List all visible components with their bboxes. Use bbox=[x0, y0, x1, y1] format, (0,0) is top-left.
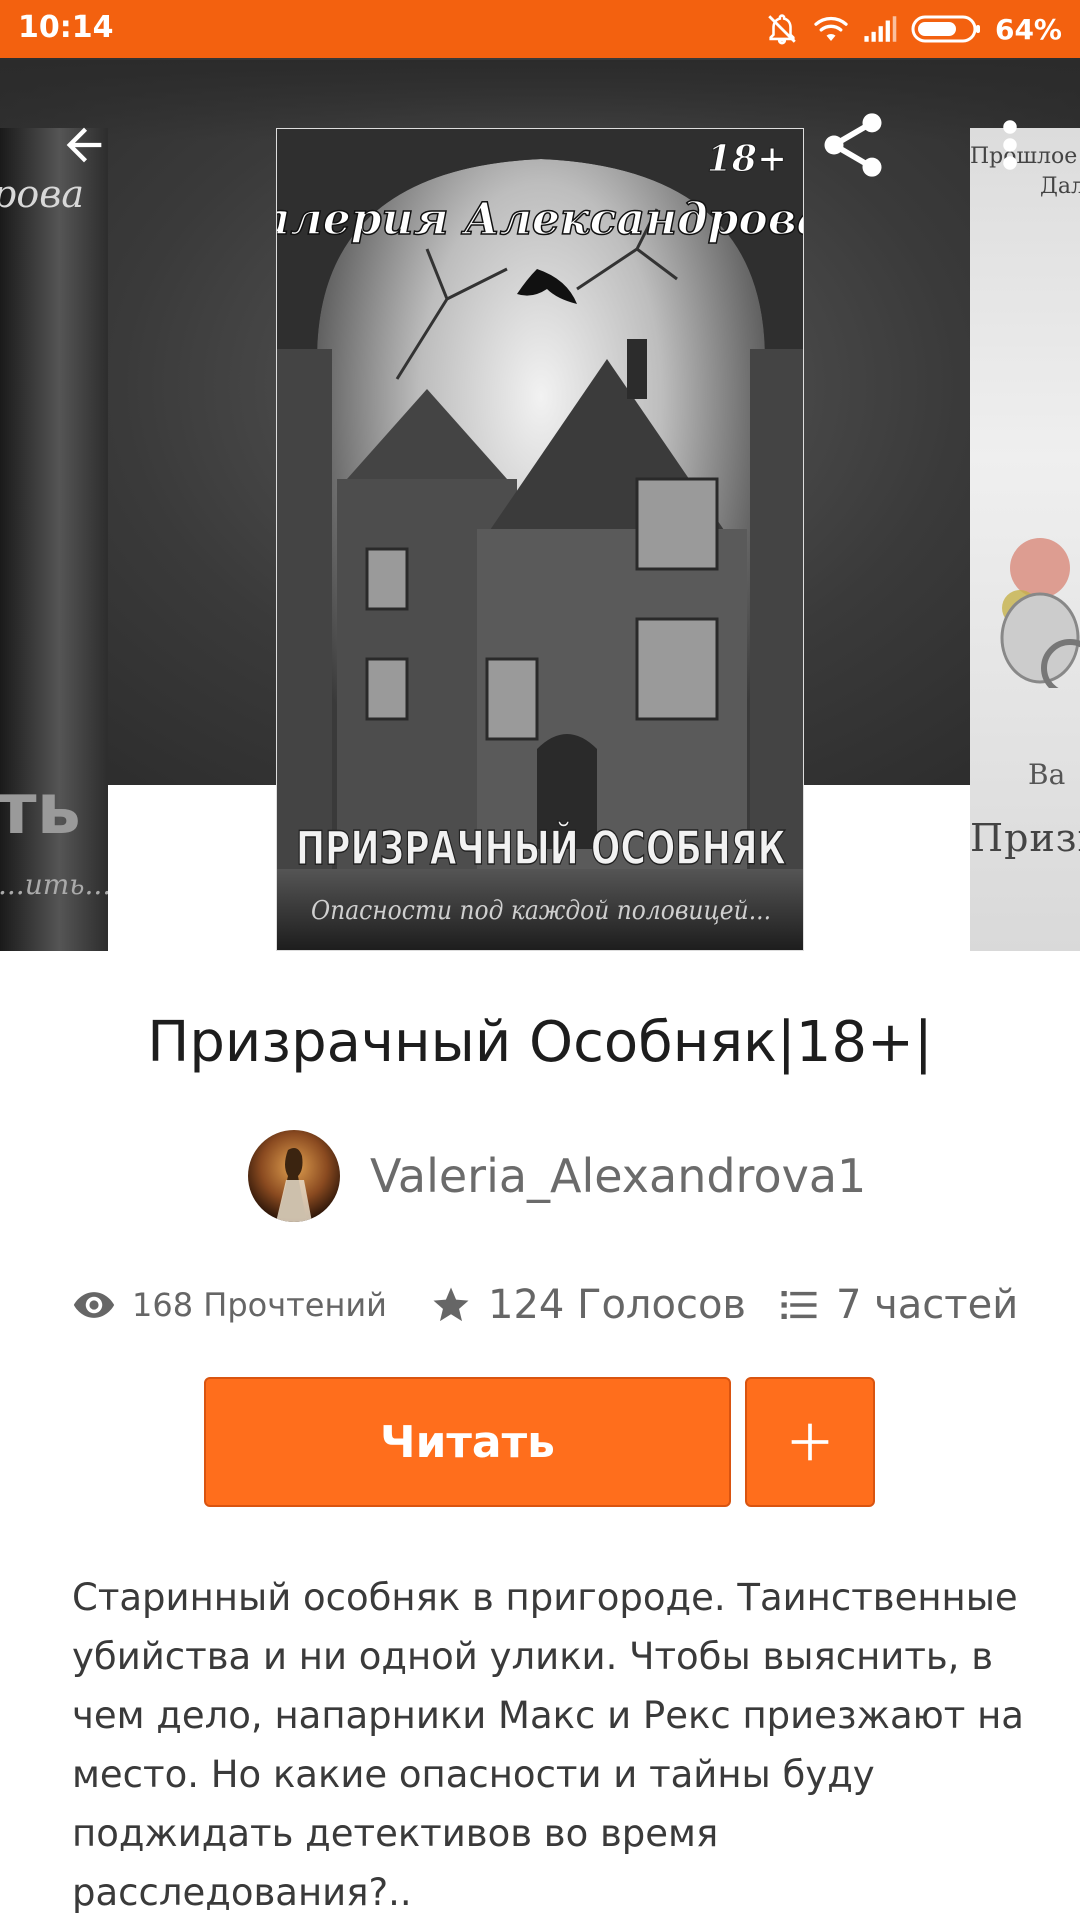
reads-stat: 168 Прочтений bbox=[72, 1270, 387, 1340]
back-button[interactable] bbox=[44, 105, 124, 185]
eye-icon bbox=[73, 1292, 115, 1318]
plus-icon bbox=[791, 1423, 829, 1461]
status-time: 10:14 bbox=[18, 10, 114, 45]
author-row[interactable]: Valeria_Alexandrova1 bbox=[248, 1130, 866, 1222]
reads-count: 168 Прочтений bbox=[132, 1286, 387, 1324]
cover-title: ПРИЗРАЧНЫЙ ОСОБНЯК bbox=[296, 821, 786, 875]
parts-count: 7 частей bbox=[836, 1282, 1019, 1328]
arrow-left-icon bbox=[66, 127, 102, 163]
next-cover-art bbox=[1000, 538, 1080, 688]
previous-cover[interactable]: рова ть ...ить... bbox=[0, 128, 108, 951]
story-title: Призрачный Особняк|18+| bbox=[147, 1010, 933, 1075]
signal-icon bbox=[864, 16, 897, 42]
more-vertical-icon bbox=[1003, 120, 1017, 170]
more-options-button[interactable] bbox=[980, 105, 1040, 185]
parts-stat[interactable]: 7 частей bbox=[778, 1270, 1018, 1340]
status-icons: 64% bbox=[765, 10, 1062, 48]
votes-stat: 124 Голосов bbox=[430, 1270, 746, 1340]
wifi-icon bbox=[814, 16, 848, 41]
cover-author: Валерия Александрова bbox=[277, 194, 804, 245]
star-icon bbox=[433, 1287, 469, 1322]
next-cover[interactable]: Прошлое Дал Ва Призн bbox=[970, 128, 1080, 951]
read-button[interactable]: Читать bbox=[204, 1377, 731, 1507]
previous-cover-text: ть bbox=[0, 768, 81, 850]
story-stats: 168 Прочтений 124 Голосов 7 частей bbox=[0, 1270, 1080, 1340]
add-to-library-button[interactable] bbox=[745, 1377, 875, 1507]
status-bar: 10:14 64% bbox=[0, 0, 1080, 58]
cover-tagline: Опасности под каждой половицей... bbox=[311, 896, 771, 926]
author-name[interactable]: Valeria_Alexandrova1 bbox=[370, 1149, 866, 1203]
cover-art: 18+ Валерия Александрова ПРИЗРАЧНЫЙ ОСОБ… bbox=[277, 129, 804, 950]
battery-icon bbox=[911, 15, 980, 43]
next-cover-text: Призн bbox=[970, 816, 1080, 860]
previous-cover-text: ...ить... bbox=[0, 868, 108, 901]
share-button[interactable] bbox=[808, 100, 898, 190]
battery-percent: 64% bbox=[994, 12, 1062, 46]
author-avatar[interactable] bbox=[248, 1130, 340, 1222]
book-cover[interactable]: 18+ Валерия Александрова ПРИЗРАЧНЫЙ ОСОБ… bbox=[276, 128, 804, 951]
bell-off-icon bbox=[768, 14, 796, 45]
next-cover-text: Ва bbox=[1028, 758, 1066, 791]
story-description: Старинный особняк в пригороде. Таинствен… bbox=[72, 1576, 1024, 1914]
list-icon bbox=[781, 1291, 817, 1319]
share-icon bbox=[824, 113, 882, 177]
cover-age-badge: 18+ bbox=[707, 138, 787, 180]
votes-count: 124 Голосов bbox=[488, 1282, 747, 1328]
